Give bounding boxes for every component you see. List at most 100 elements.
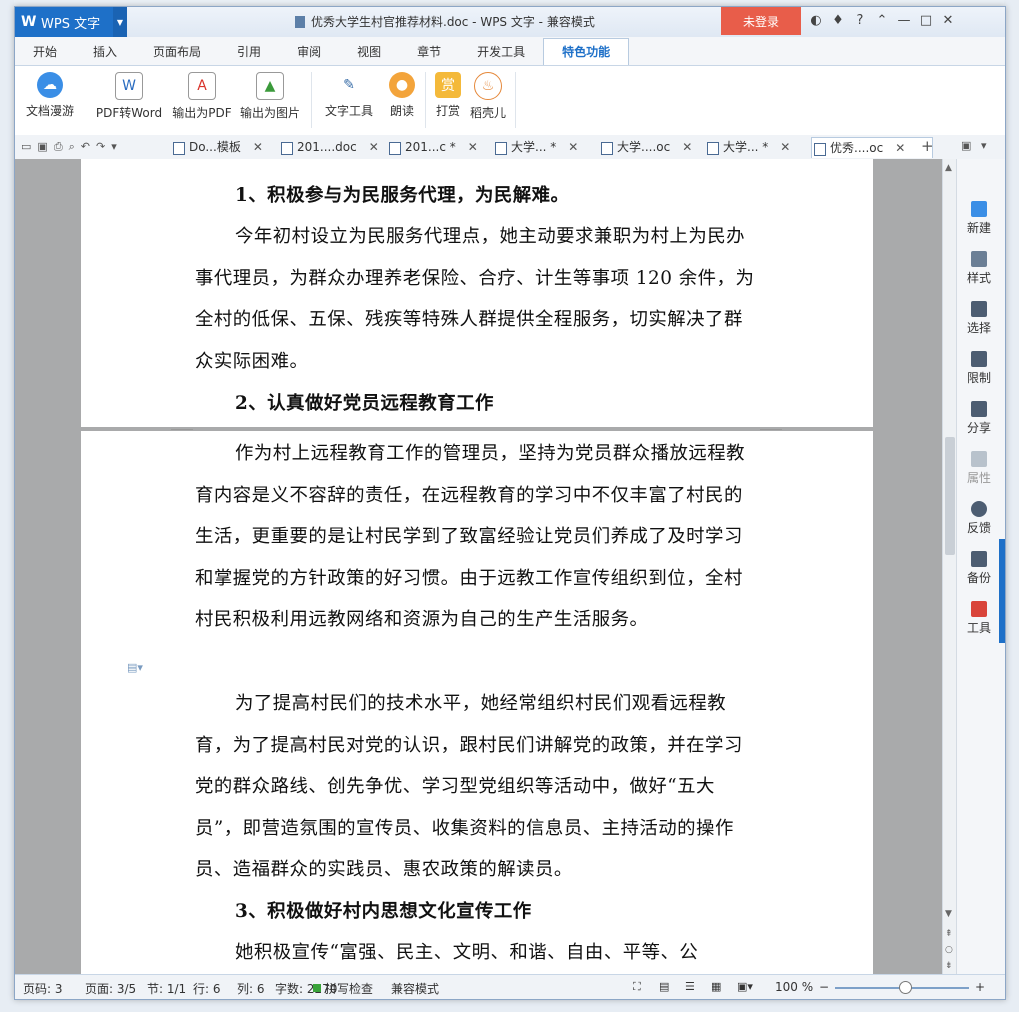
sidebar-style-button[interactable]: 样式 (957, 251, 1001, 286)
vertical-scrollbar[interactable]: ▲ ▼ ⇞ ○ ⇟ (942, 159, 957, 974)
export-image-button[interactable]: ▲ 输出为图片 (239, 72, 301, 121)
sidebar-backup-button[interactable]: 备份 (957, 551, 1001, 586)
read-mode-icon[interactable]: ▣▾ (737, 980, 753, 993)
window-controls: ◐ ♦ ? ⌃ — □ ✕ (805, 13, 959, 28)
desktop-right (1004, 0, 1019, 1012)
doc-tab[interactable]: 201....doc ✕ (279, 137, 379, 157)
maximize-icon[interactable]: □ (915, 13, 937, 28)
read-aloud-button[interactable]: ● 朗读 (385, 72, 419, 119)
zoom-in-icon[interactable]: + (975, 980, 985, 994)
sidebar-new-button[interactable]: 新建 (957, 201, 1001, 236)
doc-tab[interactable]: 大学... * ✕ (493, 137, 578, 157)
tab-review[interactable]: 审阅 (279, 39, 339, 65)
heading-2: 2、认真做好党员远程教育工作 (235, 393, 494, 414)
sidebar-select-button[interactable]: 选择 (957, 301, 1001, 336)
minimize-icon[interactable]: — (893, 13, 915, 28)
document-icon (814, 143, 826, 156)
page-4[interactable]: 作为村上远程教育工作的管理员，坚持为党员群众播放远程教育内容是义不容辞的责任，在… (81, 431, 873, 974)
close-tab-icon[interactable]: ✕ (253, 140, 263, 154)
reward-icon: 赏 (435, 72, 461, 98)
paragraph-marker-icon[interactable]: ▤▾ (127, 661, 143, 674)
close-tab-icon[interactable]: ✕ (895, 141, 905, 155)
print-icon[interactable]: ⎙ (54, 140, 63, 154)
tab-developer[interactable]: 开发工具 (459, 39, 543, 65)
doc-tab-active[interactable]: 优秀....oc ✕ (811, 137, 933, 158)
sidebar-share-button[interactable]: 分享 (957, 401, 1001, 436)
close-tab-icon[interactable]: ✕ (468, 140, 478, 154)
tab-reference[interactable]: 引用 (219, 39, 279, 65)
sidebar-restrict-button[interactable]: 限制 (957, 351, 1001, 386)
document-tabs: ▭ ▣ ⎙ ⌕ ↶ ↷ ▾ Do...模板 ✕ 201....doc ✕ 201..… (15, 135, 1005, 160)
scroll-thumb[interactable] (945, 437, 955, 555)
status-col: 列: 6 (237, 982, 265, 996)
app-menu-button[interactable]: W WPS 文字 ▼ (15, 7, 127, 37)
pdf-icon: A (188, 72, 216, 100)
next-page-icon[interactable]: ⇟ (945, 961, 953, 971)
text-tools-button[interactable]: ✎ 文字工具 (319, 72, 379, 119)
ribbon-separator (311, 72, 312, 128)
close-icon[interactable]: ✕ (937, 13, 959, 28)
tab-layout[interactable]: 页面布局 (135, 39, 219, 65)
tab-menu-icon[interactable]: ▾ (981, 139, 987, 152)
scroll-down-icon[interactable]: ▼ (945, 909, 952, 919)
collapse-icon[interactable]: ⌃ (871, 13, 893, 28)
zoom-level[interactable]: 100 % (775, 980, 813, 994)
chevron-down-icon[interactable]: ▼ (113, 7, 127, 37)
pdf-to-word-button[interactable]: W PDF转Word (93, 72, 165, 121)
sidebar-properties-button[interactable]: 属性 (957, 451, 1001, 486)
text-tools-icon: ✎ (336, 72, 362, 98)
sidebar-tools-button[interactable]: 工具 (957, 601, 1001, 636)
zoom-slider-knob[interactable] (899, 981, 912, 994)
select-browse-icon[interactable]: ○ (945, 945, 953, 955)
sidebar-feedback-button[interactable]: 反馈 (957, 501, 1001, 536)
document-icon (495, 142, 507, 155)
status-mode: 兼容模式 (391, 982, 440, 996)
tab-special[interactable]: 特色功能 (543, 38, 630, 65)
help-icon[interactable]: ? (849, 13, 871, 28)
tab-view[interactable]: 视图 (339, 39, 399, 65)
redo-icon[interactable]: ↷ (96, 140, 105, 154)
outline-view-icon[interactable]: ☰ (685, 980, 695, 993)
open-icon[interactable]: ▭ (21, 140, 31, 154)
undo-icon[interactable]: ↶ (81, 140, 90, 154)
tab-list-icon[interactable]: ▣ (961, 139, 971, 152)
doc-tab[interactable]: 201...c * ✕ (387, 137, 478, 157)
tab-insert[interactable]: 插入 (75, 39, 135, 65)
wps-logo-icon: W (21, 14, 37, 30)
page-3[interactable]: 1、积极参与为民服务代理，为民解难。 今年初村设立为民服务代理点，她主动要求兼职… (81, 159, 873, 427)
heading-1: 1、积极参与为民服务代理，为民解难。 (235, 185, 570, 206)
tab-home[interactable]: 开始 (15, 39, 75, 65)
zoom-out-icon[interactable]: − (819, 980, 829, 994)
quick-access-toolbar: ▭ ▣ ⎙ ⌕ ↶ ↷ ▾ (21, 140, 117, 154)
fullscreen-icon[interactable]: ⛶ (633, 980, 641, 994)
customize-icon[interactable]: ▾ (111, 140, 117, 154)
close-tab-icon[interactable]: ✕ (682, 140, 692, 154)
document-canvas: 1、积极参与为民服务代理，为民解难。 今年初村设立为民服务代理点，她主动要求兼职… (15, 159, 942, 974)
web-view-icon[interactable]: ▦ (711, 980, 721, 993)
document-icon (295, 16, 305, 28)
skin-icon[interactable]: ◐ (805, 13, 827, 28)
export-pdf-button[interactable]: A 输出为PDF (171, 72, 233, 121)
close-tab-icon[interactable]: ✕ (369, 140, 379, 154)
doc-tab[interactable]: 大学... * ✕ (705, 137, 790, 157)
close-tab-icon[interactable]: ✕ (780, 140, 790, 154)
sidebar-expand-handle[interactable] (999, 539, 1005, 643)
login-button[interactable]: 未登录 (721, 7, 801, 35)
doc-roam-button[interactable]: ☁ 文档漫游 (23, 72, 77, 119)
doc-tab[interactable]: 大学....oc ✕ (599, 137, 692, 157)
close-tab-icon[interactable]: ✕ (568, 140, 578, 154)
new-tab-icon[interactable]: + (921, 137, 934, 155)
scroll-top-icon[interactable]: ▲ (945, 163, 952, 173)
preview-icon[interactable]: ⌕ (69, 140, 75, 154)
save-icon[interactable]: ▣ (37, 140, 47, 154)
reward-button[interactable]: 赏 打赏 (431, 72, 465, 119)
doc-tab[interactable]: Do...模板 ✕ (171, 137, 263, 157)
page-view-icon[interactable]: ▤ (659, 980, 669, 993)
prev-page-icon[interactable]: ⇞ (945, 929, 953, 939)
heading-3: 3、积极做好村内思想文化宣传工作 (235, 901, 532, 922)
shirt-icon[interactable]: ♦ (827, 13, 849, 28)
desktop-left (0, 0, 14, 1012)
tab-chapter[interactable]: 章节 (399, 39, 459, 65)
docer-button[interactable]: ♨ 稻壳儿 (467, 72, 509, 121)
status-spell-check[interactable]: 拼写检查 (325, 980, 373, 997)
